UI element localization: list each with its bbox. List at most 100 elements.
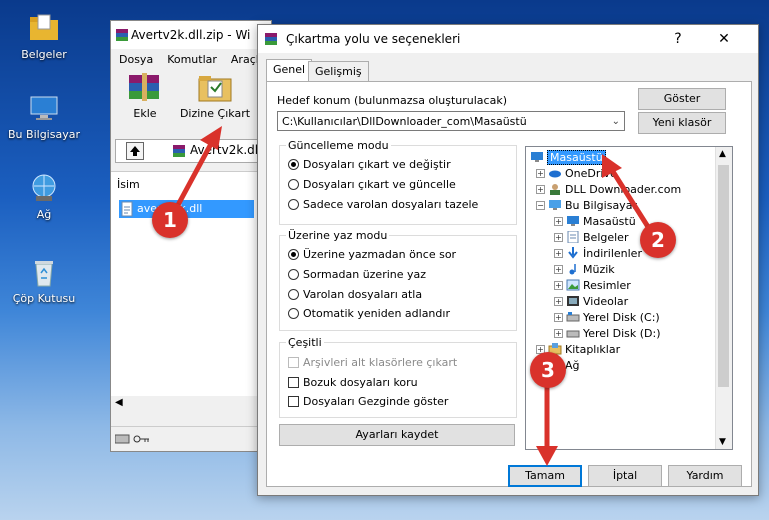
tab-advanced[interactable]: Gelişmiş: [308, 61, 369, 81]
radio-extract-update[interactable]: Dosyaları çıkart ve güncelle: [288, 178, 456, 191]
radio-extract-replace[interactable]: Dosyaları çıkart ve değiştir: [288, 158, 451, 171]
archive-add-icon: [125, 71, 165, 105]
checkbox-show-in-explorer[interactable]: Dosyaları Gezginde göster: [288, 395, 448, 408]
tree-node-documents[interactable]: + Belgeler: [554, 229, 628, 245]
ok-button[interactable]: Tamam: [508, 465, 582, 487]
add-button[interactable]: Ekle: [115, 71, 175, 120]
music-icon: [566, 263, 580, 275]
expand-icon[interactable]: +: [554, 312, 563, 322]
expand-icon[interactable]: +: [536, 184, 545, 194]
desktop-icon-network[interactable]: Ağ: [4, 172, 84, 221]
winrar-toolbar: Ekle Dizine Çıkart: [111, 69, 271, 123]
winrar-path-bar[interactable]: Avertv2k.dll: [115, 139, 269, 163]
up-folder-icon[interactable]: [126, 142, 144, 160]
tree-node-pc-desktop[interactable]: + Masaüstü: [554, 213, 636, 229]
save-settings-button[interactable]: Ayarları kaydet: [279, 424, 515, 446]
tree-node-label: Videolar: [583, 294, 629, 308]
scroll-up-arrow-icon[interactable]: ▲: [719, 149, 726, 159]
download-icon: [566, 247, 580, 259]
help-button[interactable]: Yardım: [668, 465, 742, 487]
general-panel: Hedef konum (bulunmazsa oluşturulacak) C…: [266, 81, 752, 487]
expand-icon[interactable]: +: [554, 232, 563, 242]
expand-icon[interactable]: +: [554, 280, 563, 290]
archive-path-text: Avertv2k.dll: [190, 143, 262, 157]
checkbox[interactable]: [288, 377, 299, 388]
expand-icon[interactable]: +: [554, 248, 563, 258]
tab-general[interactable]: Genel: [266, 59, 313, 82]
radio-button[interactable]: [288, 199, 299, 210]
help-icon[interactable]: ?: [664, 29, 692, 49]
tree-node-desktop[interactable]: Masaüstü: [530, 149, 606, 165]
destination-label: Hedef konum (bulunmazsa oluşturulacak): [277, 94, 507, 107]
misc-caption: Çeşitli: [286, 336, 324, 349]
desktop-icon-recycle-bin[interactable]: Çöp Kutusu: [4, 256, 84, 305]
collapse-icon[interactable]: −: [536, 200, 545, 210]
tree-node-disk-c[interactable]: + Yerel Disk (C:): [554, 309, 660, 325]
radio-ask-before[interactable]: Üzerine yazmadan önce sor: [288, 248, 456, 261]
tree-node-music[interactable]: + Müzik: [554, 261, 615, 277]
user-icon: [548, 183, 562, 195]
expand-icon[interactable]: +: [536, 168, 545, 178]
checkbox-keep-broken[interactable]: Bozuk dosyaları koru: [288, 376, 418, 389]
chevron-down-icon[interactable]: ⌄: [612, 112, 620, 132]
tree-node-this-pc[interactable]: − Bu Bilgisayar: [536, 197, 637, 213]
menu-file[interactable]: Dosya: [119, 53, 153, 66]
radio-label: Sadece varolan dosyaları tazele: [303, 198, 479, 211]
desktop-icon: [566, 215, 580, 227]
documents-icon: [566, 230, 580, 244]
desktop-icon-label: Ağ: [36, 208, 52, 221]
winrar-title: Avertv2k.dll.zip - Wi: [131, 28, 251, 42]
winrar-app-icon: [115, 28, 129, 45]
expand-icon[interactable]: +: [554, 296, 563, 306]
desktop-icon-label: Bu Bilgisayar: [8, 128, 80, 141]
cancel-button[interactable]: İptal: [588, 465, 662, 487]
tree-vertical-scrollbar[interactable]: ▲ ▼: [715, 147, 732, 449]
radio-button[interactable]: [288, 308, 299, 319]
expand-icon[interactable]: +: [554, 264, 563, 274]
menu-commands[interactable]: Komutlar: [167, 53, 217, 66]
file-list: İsim avertv2k.dll ◀: [111, 171, 269, 412]
show-button[interactable]: Göster: [638, 88, 726, 110]
radio-skip-existing[interactable]: Varolan dosyaları atla: [288, 288, 422, 301]
tree-node-label: Ağ: [565, 358, 580, 372]
column-header-name[interactable]: İsim: [117, 178, 140, 191]
radio-button-checked[interactable]: [288, 159, 299, 170]
winrar-titlebar[interactable]: Avertv2k.dll.zip - Wi: [111, 21, 271, 49]
network-icon: [28, 172, 60, 204]
tree-node-pictures[interactable]: + Resimler: [554, 277, 631, 293]
computer-icon: [548, 199, 562, 211]
scroll-left-arrow-icon[interactable]: ◀: [115, 397, 123, 408]
expand-icon[interactable]: +: [554, 328, 563, 338]
tree-node-downloads[interactable]: + İndirilenler: [554, 245, 642, 261]
radio-auto-rename[interactable]: Otomatik yeniden adlandır: [288, 307, 450, 320]
destination-path-combo[interactable]: C:\Kullanıcılar\DllDownloader_com\Masaüs…: [277, 111, 625, 131]
radio-fresh-existing[interactable]: Sadece varolan dosyaları tazele: [288, 198, 478, 211]
radio-overwrite-no-prompt[interactable]: Sormadan üzerine yaz: [288, 268, 426, 281]
checkbox-disabled: [288, 357, 299, 368]
cloud-icon: [548, 167, 562, 179]
radio-button-checked[interactable]: [288, 249, 299, 260]
expand-icon[interactable]: +: [554, 216, 563, 226]
extract-to-button[interactable]: Dizine Çıkart: [179, 71, 251, 120]
tree-node-onedrive[interactable]: + OneDrive: [536, 165, 617, 181]
tree-node-disk-d[interactable]: + Yerel Disk (D:): [554, 325, 661, 341]
scrollbar-thumb[interactable]: [718, 165, 729, 387]
radio-button[interactable]: [288, 269, 299, 280]
radio-button[interactable]: [288, 289, 299, 300]
desktop-icon-this-pc[interactable]: Bu Bilgisayar: [4, 92, 84, 141]
winrar-status-bar: [111, 426, 269, 451]
scroll-down-arrow-icon[interactable]: ▼: [719, 437, 726, 447]
folder-tree[interactable]: Masaüstü + OneDrive + DLL Downloader.com…: [525, 146, 733, 450]
checkbox[interactable]: [288, 396, 299, 407]
radio-button[interactable]: [288, 179, 299, 190]
tree-node-user[interactable]: + DLL Downloader.com: [536, 181, 681, 197]
tree-node-label: Resimler: [583, 278, 631, 292]
desktop-icon-documents[interactable]: Belgeler: [4, 12, 84, 61]
close-icon[interactable]: ✕: [710, 29, 738, 49]
winrar-window: Avertv2k.dll.zip - Wi Dosya Komutlar Ara…: [110, 20, 272, 452]
horizontal-scrollbar[interactable]: ◀: [111, 396, 269, 412]
checkbox-label: Bozuk dosyaları koru: [303, 376, 418, 389]
new-folder-button[interactable]: Yeni klasör: [638, 112, 726, 134]
tree-node-videos[interactable]: + Videolar: [554, 293, 628, 309]
dialog-titlebar[interactable]: Çıkartma yolu ve seçenekleri ? ✕: [258, 25, 758, 53]
